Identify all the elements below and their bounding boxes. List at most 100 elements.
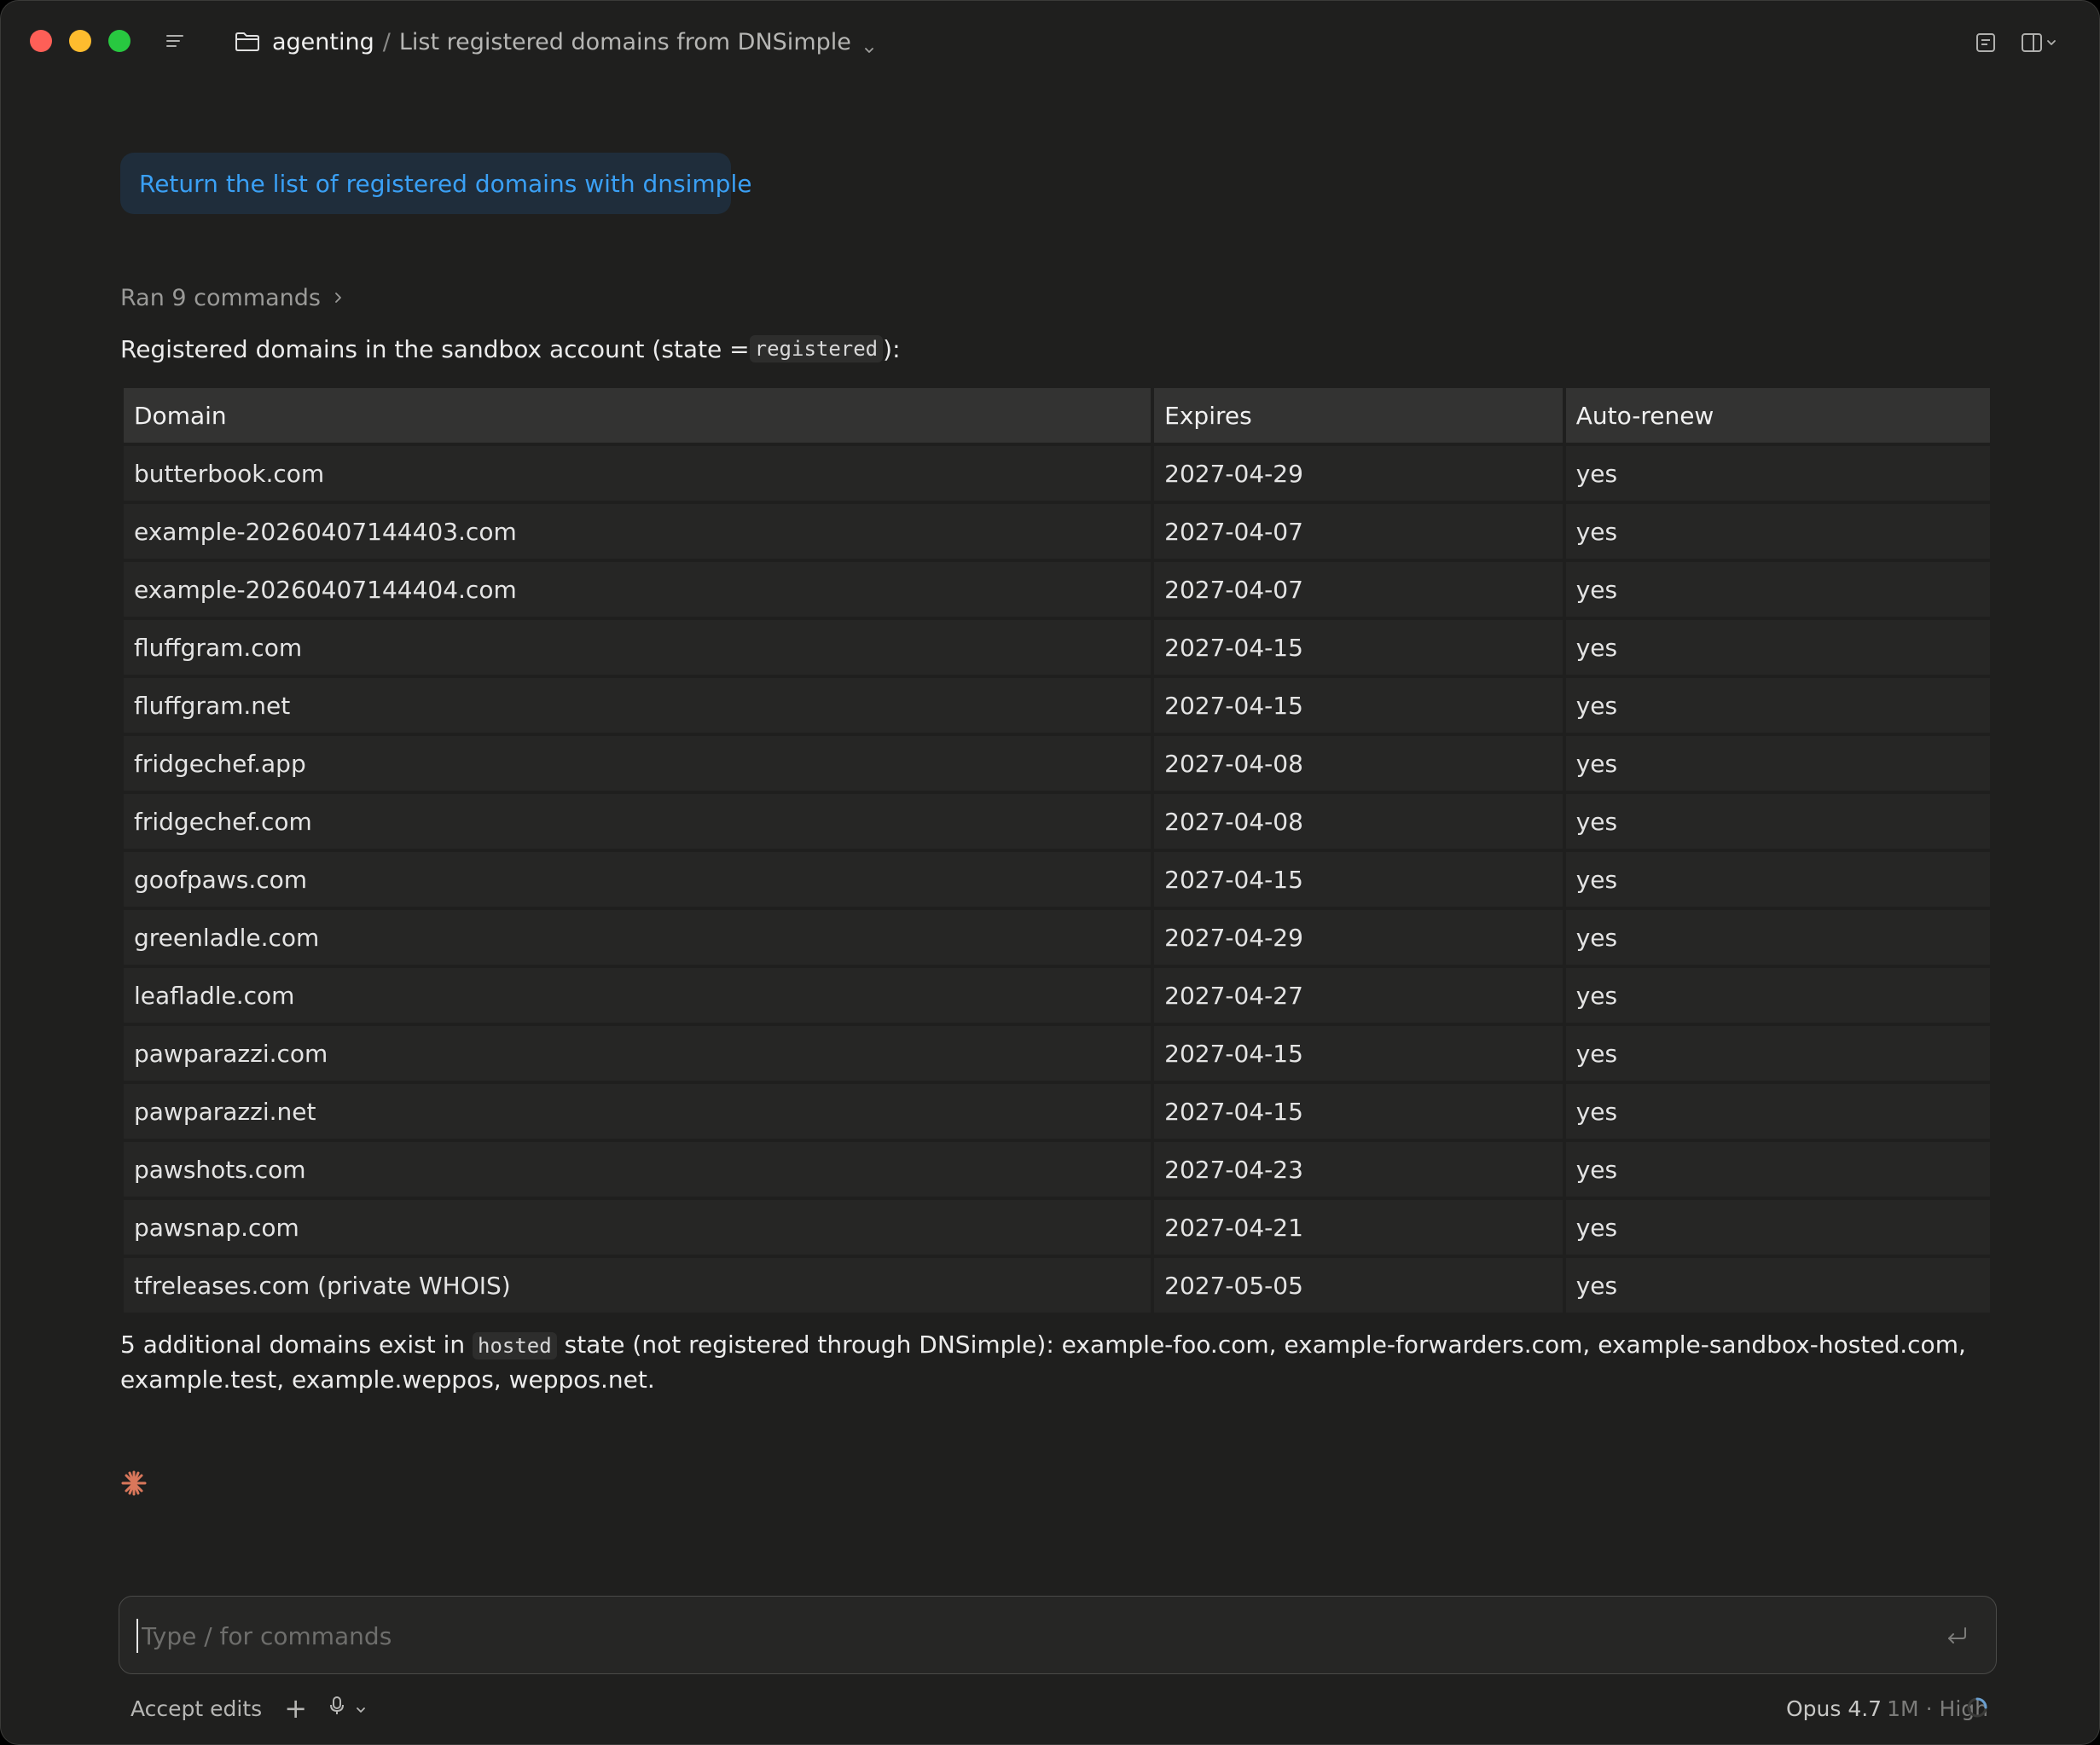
inline-code: registered [749, 335, 884, 362]
cell-auto-renew: yes [1565, 1200, 1990, 1255]
user-message: Return the list of registered domains wi… [120, 153, 751, 214]
cell-expires: 2027-04-29 [1154, 910, 1563, 965]
ran-commands-label: Ran 9 commands [120, 284, 321, 311]
table-header-row: Domain Expires Auto-renew [124, 388, 1990, 443]
cell-expires: 2027-04-08 [1154, 794, 1563, 849]
cell-domain: greenladle.com [124, 910, 1152, 965]
ran-commands-toggle[interactable]: Ran 9 commands [120, 281, 345, 315]
cell-domain: pawparazzi.com [124, 1026, 1152, 1081]
inline-code: hosted [473, 1332, 557, 1359]
minimize-window-button[interactable] [69, 30, 91, 52]
cell-expires: 2027-04-15 [1154, 1084, 1563, 1139]
table-row: fridgechef.com 2027-04-08 yes [124, 794, 1990, 849]
table-row: pawparazzi.com 2027-04-15 yes [124, 1026, 1990, 1081]
app-window: agenting / List registered domains from … [0, 0, 2100, 1745]
cell-auto-renew: yes [1565, 504, 1990, 559]
model-selector[interactable]: Opus 4.7 1M · High [1786, 1691, 1988, 1725]
cell-auto-renew: yes [1565, 794, 1990, 849]
model-separator: · [1925, 1696, 1933, 1721]
table-row: leafladle.com 2027-04-27 yes [124, 968, 1990, 1023]
table-row: greenladle.com 2027-04-29 yes [124, 910, 1990, 965]
table-row: pawshots.com 2027-04-23 yes [124, 1142, 1990, 1197]
table-row: pawsnap.com 2027-04-21 yes [124, 1200, 1990, 1255]
cell-expires: 2027-04-15 [1154, 852, 1563, 907]
close-window-button[interactable] [30, 30, 52, 52]
cell-auto-renew: yes [1565, 736, 1990, 791]
intro-text: Registered domains in the sandbox accoun… [120, 334, 901, 363]
table-row: goofpaws.com 2027-04-15 yes [124, 852, 1990, 907]
model-name: Opus 4.7 [1785, 1696, 1882, 1721]
notes-icon[interactable] [1975, 32, 1997, 54]
folder-icon [235, 31, 260, 53]
context-size: 1M [1887, 1696, 1919, 1721]
cell-domain: fluffgram.com [124, 620, 1152, 675]
chevron-down-icon[interactable] [355, 1696, 367, 1721]
table-row: butterbook.com 2027-04-29 yes [124, 446, 1990, 501]
cell-domain: fridgechef.app [124, 736, 1152, 791]
column-header-expires: Expires [1154, 388, 1563, 443]
chevron-right-icon [335, 293, 341, 303]
cell-auto-renew: yes [1565, 620, 1990, 675]
panel-icon[interactable] [2021, 32, 2060, 54]
cell-auto-renew: yes [1565, 1026, 1990, 1081]
column-header-auto-renew: Auto-renew [1565, 388, 1990, 443]
mic-icon[interactable] [329, 1696, 345, 1721]
cell-expires: 2027-04-07 [1154, 504, 1563, 559]
spinner-icon [1966, 1696, 1988, 1719]
cell-domain: example-20260407144404.com [124, 562, 1152, 617]
prompt-input[interactable] [140, 1597, 1935, 1675]
cell-auto-renew: yes [1565, 446, 1990, 501]
cell-domain: tfreleases.com (private WHOIS) [124, 1258, 1152, 1313]
enter-icon[interactable] [1945, 1626, 1969, 1646]
cell-domain: goofpaws.com [124, 852, 1152, 907]
cell-domain: leafladle.com [124, 968, 1152, 1023]
cell-auto-renew: yes [1565, 678, 1990, 733]
cell-auto-renew: yes [1565, 910, 1990, 965]
text-caret [136, 1619, 138, 1653]
hosted-domains-note: 5 additional domains exist in hosted sta… [120, 1330, 1966, 1394]
cell-expires: 2027-04-15 [1154, 1026, 1563, 1081]
cell-expires: 2027-04-27 [1154, 968, 1563, 1023]
cell-auto-renew: yes [1565, 1142, 1990, 1197]
table-row: fluffgram.net 2027-04-15 yes [124, 678, 1990, 733]
maximize-window-button[interactable] [108, 30, 131, 52]
cell-auto-renew: yes [1565, 1084, 1990, 1139]
table-row: example-20260407144404.com 2027-04-07 yes [124, 562, 1990, 617]
cell-expires: 2027-04-15 [1154, 620, 1563, 675]
cell-expires: 2027-04-29 [1154, 446, 1563, 501]
accept-edits-button[interactable]: Accept edits [131, 1696, 262, 1721]
column-header-domain: Domain [124, 388, 1152, 443]
cell-auto-renew: yes [1565, 562, 1990, 617]
cell-expires: 2027-05-05 [1154, 1258, 1563, 1313]
cell-auto-renew: yes [1565, 1258, 1990, 1313]
cell-auto-renew: yes [1565, 852, 1990, 907]
table-row: fridgechef.app 2027-04-08 yes [124, 736, 1990, 791]
project-name: agenting [272, 28, 374, 55]
cell-domain: pawsnap.com [124, 1200, 1152, 1255]
cell-expires: 2027-04-21 [1154, 1200, 1563, 1255]
composer-toolbar: Accept edits + [131, 1691, 367, 1725]
cell-domain: fridgechef.com [124, 794, 1152, 849]
cell-domain: fluffgram.net [124, 678, 1152, 733]
cell-expires: 2027-04-08 [1154, 736, 1563, 791]
table-row: pawparazzi.net 2027-04-15 yes [124, 1084, 1990, 1139]
cell-auto-renew: yes [1565, 968, 1990, 1023]
table-row: fluffgram.com 2027-04-15 yes [124, 620, 1990, 675]
title-bar: agenting / List registered domains from … [1, 1, 2099, 84]
table-row: tfreleases.com (private WHOIS) 2027-05-05… [124, 1258, 1990, 1313]
breadcrumb[interactable]: agenting / List registered domains from … [235, 25, 875, 59]
sidebar-toggle-icon[interactable] [165, 30, 187, 52]
cell-expires: 2027-04-15 [1154, 678, 1563, 733]
add-button[interactable]: + [284, 1692, 307, 1725]
chevron-down-icon[interactable] [863, 36, 875, 53]
breadcrumb-separator: / [382, 28, 391, 55]
prompt-composer[interactable] [119, 1596, 1997, 1675]
cell-domain: butterbook.com [124, 446, 1152, 501]
domains-table: Domain Expires Auto-renew butterbook.com 20… [120, 385, 1993, 1316]
table-row: example-20260407144403.com 2027-04-07 yes [124, 504, 1990, 559]
cell-domain: example-20260407144403.com [124, 504, 1152, 559]
table-body: butterbook.com 2027-04-29 yes example-20260… [124, 446, 1990, 1313]
cell-expires: 2027-04-07 [1154, 562, 1563, 617]
cell-expires: 2027-04-23 [1154, 1142, 1563, 1197]
cell-domain: pawshots.com [124, 1142, 1152, 1197]
